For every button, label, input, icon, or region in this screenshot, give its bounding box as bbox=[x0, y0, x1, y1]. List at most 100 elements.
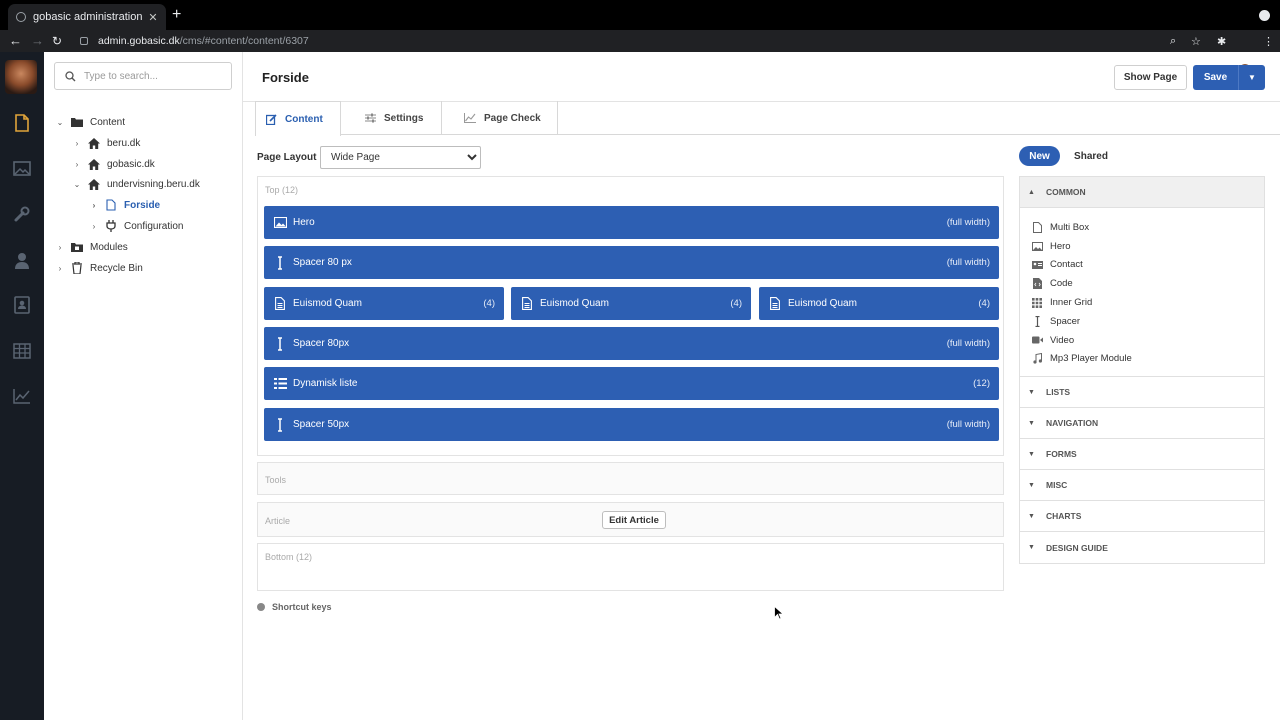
shortcut-keys-link[interactable]: Shortcut keys bbox=[257, 602, 332, 612]
content-page-icon[interactable] bbox=[12, 113, 32, 133]
user-avatar[interactable] bbox=[5, 60, 37, 94]
module-inner-grid[interactable]: Inner Grid bbox=[1020, 293, 1264, 312]
new-toggle[interactable]: New bbox=[1019, 146, 1060, 166]
url-field[interactable]: admin.gobasic.dk/cms/#content/content/63… bbox=[72, 32, 1207, 50]
new-tab-icon[interactable]: + bbox=[172, 6, 181, 24]
tree-item-label: gobasic.dk bbox=[107, 158, 155, 170]
chevron-right-icon[interactable]: › bbox=[71, 160, 83, 169]
block-spacer[interactable]: Spacer 50px (full width) bbox=[264, 408, 999, 441]
wrench-icon[interactable] bbox=[12, 204, 32, 224]
module-label: Multi Box bbox=[1050, 221, 1090, 233]
block-hero[interactable]: Hero (full width) bbox=[264, 206, 999, 239]
address-bar: ← → ↻ admin.gobasic.dk/cms/#content/cont… bbox=[0, 30, 1280, 76]
category-design-guide[interactable]: ▼ DESIGN GUIDE bbox=[1020, 532, 1264, 564]
reload-icon[interactable]: ↻ bbox=[52, 33, 62, 49]
block-spacer[interactable]: Spacer 80px (full width) bbox=[264, 327, 999, 360]
browser-tab[interactable]: gobasic administration ✕ bbox=[8, 4, 166, 30]
tree-item-recycle-bin[interactable]: › Recycle Bin bbox=[54, 258, 143, 278]
chevron-down-icon: ▼ bbox=[1028, 481, 1035, 489]
category-label: DESIGN GUIDE bbox=[1046, 542, 1108, 553]
chevron-down-icon[interactable]: ⌄ bbox=[54, 118, 66, 127]
module-mp3-player[interactable]: Mp3 Player Module bbox=[1020, 350, 1264, 369]
module-video[interactable]: Video bbox=[1020, 331, 1264, 350]
module-hero[interactable]: Hero bbox=[1020, 237, 1264, 256]
category-misc[interactable]: ▼ MISC bbox=[1020, 470, 1264, 502]
show-page-button[interactable]: Show Page bbox=[1114, 65, 1187, 90]
chevron-right-icon[interactable]: › bbox=[54, 243, 66, 252]
contact-card-icon bbox=[1031, 259, 1043, 271]
block-width: (4) bbox=[483, 298, 495, 309]
module-label: Video bbox=[1050, 334, 1075, 346]
document-icon bbox=[520, 297, 534, 311]
sliders-icon bbox=[365, 113, 376, 123]
page-layout-select[interactable]: Wide Page bbox=[320, 146, 481, 169]
tree-item-modules[interactable]: › Modules bbox=[54, 237, 128, 257]
code-file-icon bbox=[1031, 278, 1043, 290]
analytics-chart-icon[interactable] bbox=[12, 386, 32, 406]
tree-item-gobasic[interactable]: › gobasic.dk bbox=[71, 154, 155, 174]
chevron-right-icon[interactable]: › bbox=[88, 222, 100, 231]
category-lists[interactable]: ▼ LISTS bbox=[1020, 377, 1264, 409]
save-button[interactable]: Save bbox=[1193, 72, 1238, 83]
shared-toggle[interactable]: Shared bbox=[1069, 146, 1113, 166]
page-header: Forside Show Page Save ▼ bbox=[243, 52, 1280, 102]
tab-content[interactable]: Content bbox=[255, 101, 341, 136]
category-common[interactable]: ▲ COMMON bbox=[1020, 177, 1264, 208]
profile-icon[interactable] bbox=[1259, 10, 1270, 21]
grid-icon bbox=[1031, 297, 1043, 309]
category-navigation[interactable]: ▼ NAVIGATION bbox=[1020, 408, 1264, 440]
block-dynamisk-liste[interactable]: Dynamisk liste (12) bbox=[264, 367, 999, 400]
save-dropdown-caret-icon[interactable]: ▼ bbox=[1238, 65, 1265, 90]
table-grid-icon[interactable] bbox=[12, 341, 32, 361]
chevron-right-icon[interactable]: › bbox=[71, 139, 83, 148]
trash-icon bbox=[71, 262, 83, 274]
tree-item-label: beru.dk bbox=[107, 137, 141, 149]
close-tab-icon[interactable]: ✕ bbox=[146, 11, 160, 24]
block-width: (full width) bbox=[946, 257, 990, 268]
category-charts[interactable]: ▼ CHARTS bbox=[1020, 501, 1264, 533]
home-icon bbox=[88, 158, 100, 170]
module-spacer[interactable]: Spacer bbox=[1020, 312, 1264, 331]
page-icon bbox=[105, 199, 117, 211]
bookmark-star-icon[interactable]: ☆ bbox=[1191, 35, 1201, 48]
block-euismod-quam[interactable]: Euismod Quam (4) bbox=[511, 287, 751, 320]
spacer-icon bbox=[273, 336, 287, 351]
chevron-down-icon[interactable]: ⌄ bbox=[71, 180, 83, 189]
tab-settings[interactable]: Settings bbox=[341, 101, 442, 135]
zoom-icon[interactable]: ⌕ bbox=[1170, 35, 1176, 48]
tree-item-undervisning[interactable]: ⌄ undervisning.beru.dk bbox=[71, 174, 200, 194]
tab-page-check[interactable]: Page Check bbox=[442, 101, 558, 135]
tree-item-beru[interactable]: › beru.dk bbox=[71, 133, 140, 153]
chevron-up-icon: ▲ bbox=[1028, 188, 1035, 196]
contact-book-icon[interactable] bbox=[12, 295, 32, 315]
chevron-right-icon[interactable]: › bbox=[54, 264, 66, 273]
shortcut-keys-label: Shortcut keys bbox=[272, 602, 332, 612]
module-code[interactable]: Code bbox=[1020, 274, 1264, 293]
tree-item-forside[interactable]: › Forside bbox=[88, 195, 160, 215]
tree-item-label: Forside bbox=[124, 199, 161, 211]
lock-icon bbox=[80, 37, 88, 45]
media-image-icon[interactable] bbox=[12, 158, 32, 178]
block-euismod-quam[interactable]: Euismod Quam (4) bbox=[759, 287, 999, 320]
block-euismod-quam[interactable]: Euismod Quam (4) bbox=[264, 287, 504, 320]
folder-icon bbox=[71, 116, 83, 128]
tree-item-configuration[interactable]: › Configuration bbox=[88, 216, 183, 236]
back-icon[interactable]: ← bbox=[9, 33, 22, 49]
category-forms[interactable]: ▼ FORMS bbox=[1020, 439, 1264, 471]
extensions-icon[interactable]: ✱ bbox=[1217, 35, 1226, 48]
block-name: Spacer 80 px bbox=[293, 257, 352, 268]
block-width: (12) bbox=[973, 378, 990, 389]
block-spacer[interactable]: Spacer 80 px (full width) bbox=[264, 246, 999, 279]
search-input[interactable] bbox=[84, 70, 224, 82]
tree-item-content[interactable]: ⌄ Content bbox=[54, 112, 125, 132]
chevron-down-icon: ▼ bbox=[1028, 419, 1035, 427]
module-contact[interactable]: Contact bbox=[1020, 256, 1264, 275]
user-icon[interactable] bbox=[12, 250, 32, 270]
forward-icon[interactable]: → bbox=[31, 33, 44, 49]
chevron-right-icon[interactable]: › bbox=[88, 201, 100, 210]
modules-folder-icon bbox=[71, 241, 83, 253]
browser-menu-icon[interactable]: ⋮ bbox=[1263, 35, 1274, 48]
edit-article-button[interactable]: Edit Article bbox=[602, 511, 666, 529]
tree-item-label: Recycle Bin bbox=[90, 262, 143, 274]
module-multi-box[interactable]: Multi Box bbox=[1020, 218, 1264, 237]
